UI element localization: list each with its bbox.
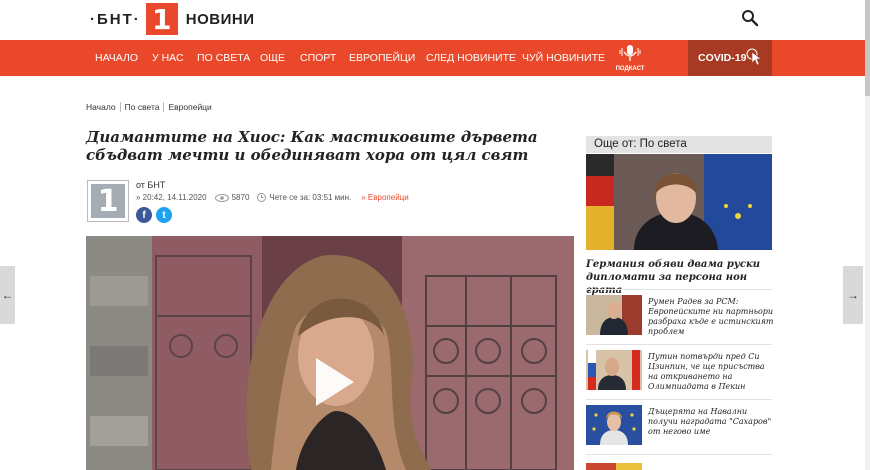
article-title: Диамантите на Хиос: Как мастиковите дърв… (86, 128, 538, 164)
divider (586, 344, 772, 345)
pointer-cursor-icon (746, 48, 762, 66)
article-hero-video[interactable] (86, 236, 574, 470)
next-article-arrow[interactable]: → (843, 266, 863, 324)
covid-button[interactable]: COVID-19 (688, 40, 772, 76)
site-logo[interactable]: ·БНТ· 1 НОВИНИ (90, 2, 255, 36)
prev-article-arrow[interactable]: ← (0, 266, 15, 324)
nav-item-bulgaria[interactable]: У НАС (152, 40, 184, 76)
twitter-share-icon[interactable]: t (156, 207, 172, 223)
news-headline: Румен Радев за РСМ: Европейските ни парт… (648, 297, 774, 336)
logo-news-text: НОВИНИ (185, 10, 255, 28)
eye-icon (214, 193, 229, 202)
breadcrumb-separator (163, 102, 165, 112)
sidebar-news-item[interactable]: Румен Радев за РСМ: Европейските ни парт… (586, 295, 776, 339)
article-date: » 20:42, 14.11.2020 (136, 193, 207, 202)
featured-photo (586, 154, 772, 250)
author-avatar: 1 (87, 180, 129, 222)
logo-one-mark: 1 (145, 3, 178, 36)
sidebar-heading: Още от: По света (586, 136, 772, 153)
divider (586, 454, 772, 455)
more-dots-icon (210, 68, 228, 81)
sidebar-news-item[interactable]: Дъщерята на Навални получи наградата "Са… (586, 405, 776, 449)
news-thumbnail (586, 460, 642, 470)
breadcrumb-europeans[interactable]: Европейци (168, 102, 211, 112)
logo-bnt-text: ·БНТ· (90, 10, 141, 28)
podcast-link[interactable]: ПОДКАСТ (612, 44, 648, 72)
divider (586, 399, 772, 400)
share-buttons: f t (136, 207, 172, 223)
nav-item-more[interactable]: ОЩЕ (260, 40, 285, 76)
news-thumbnail (586, 405, 642, 445)
scrollbar-thumb[interactable] (865, 0, 870, 96)
article-category[interactable]: » Европейци (361, 193, 408, 202)
nav-item-after-news[interactable]: СЛЕД НОВИНИТЕ (426, 40, 516, 76)
nav-item-europeans[interactable]: ЕВРОПЕЙЦИ (349, 40, 415, 76)
search-icon[interactable] (741, 9, 759, 27)
play-icon[interactable] (312, 356, 356, 408)
arrow-right-icon: → (847, 288, 859, 302)
news-thumbnail (586, 295, 642, 335)
nav-item-home[interactable]: НАЧАЛО (95, 40, 138, 76)
nav-item-listen-news[interactable]: ЧУЙ НОВИНИТЕ (522, 40, 605, 76)
breadcrumb-world[interactable]: По света (125, 102, 160, 112)
covid-label: COVID-19 (698, 52, 747, 64)
top-bar: ·БНТ· 1 НОВИНИ (0, 0, 870, 40)
sidebar-news-item[interactable]: Путин потвърди пред Си Цзинпин, че ще пр… (586, 350, 776, 394)
divider (586, 289, 772, 290)
article-read-time: Чете се за: 03:51 мин. (269, 193, 352, 202)
clock-icon (257, 193, 267, 202)
podcast-label: ПОДКАСТ (615, 66, 645, 72)
nav-item-sport[interactable]: СПОРТ (300, 40, 336, 76)
article-views: 5870 (231, 193, 250, 202)
avatar-mark: 1 (91, 184, 125, 219)
featured-caption[interactable]: Германия обяви двама руски дипломати за … (586, 258, 776, 297)
article-author: от БНТ (136, 180, 166, 190)
sidebar-featured-image[interactable] (586, 154, 772, 250)
breadcrumb: Начало По света Европейци (86, 100, 212, 114)
news-headline: Путин потвърди пред Си Цзинпин, че ще пр… (648, 352, 765, 391)
hero-photo (86, 236, 574, 470)
facebook-share-icon[interactable]: f (136, 207, 152, 223)
sidebar-news-item[interactable] (586, 460, 776, 470)
breadcrumb-home[interactable]: Начало (86, 102, 116, 112)
news-thumbnail (586, 350, 642, 390)
arrow-left-icon: ← (1, 288, 14, 302)
breadcrumb-separator (119, 102, 121, 112)
article-meta: » 20:42, 14.11.2020 5870 Чете се за: 03:… (136, 193, 409, 202)
microphone-icon (619, 45, 641, 61)
news-headline: Дъщерята на Навални получи наградата "Са… (648, 407, 772, 436)
